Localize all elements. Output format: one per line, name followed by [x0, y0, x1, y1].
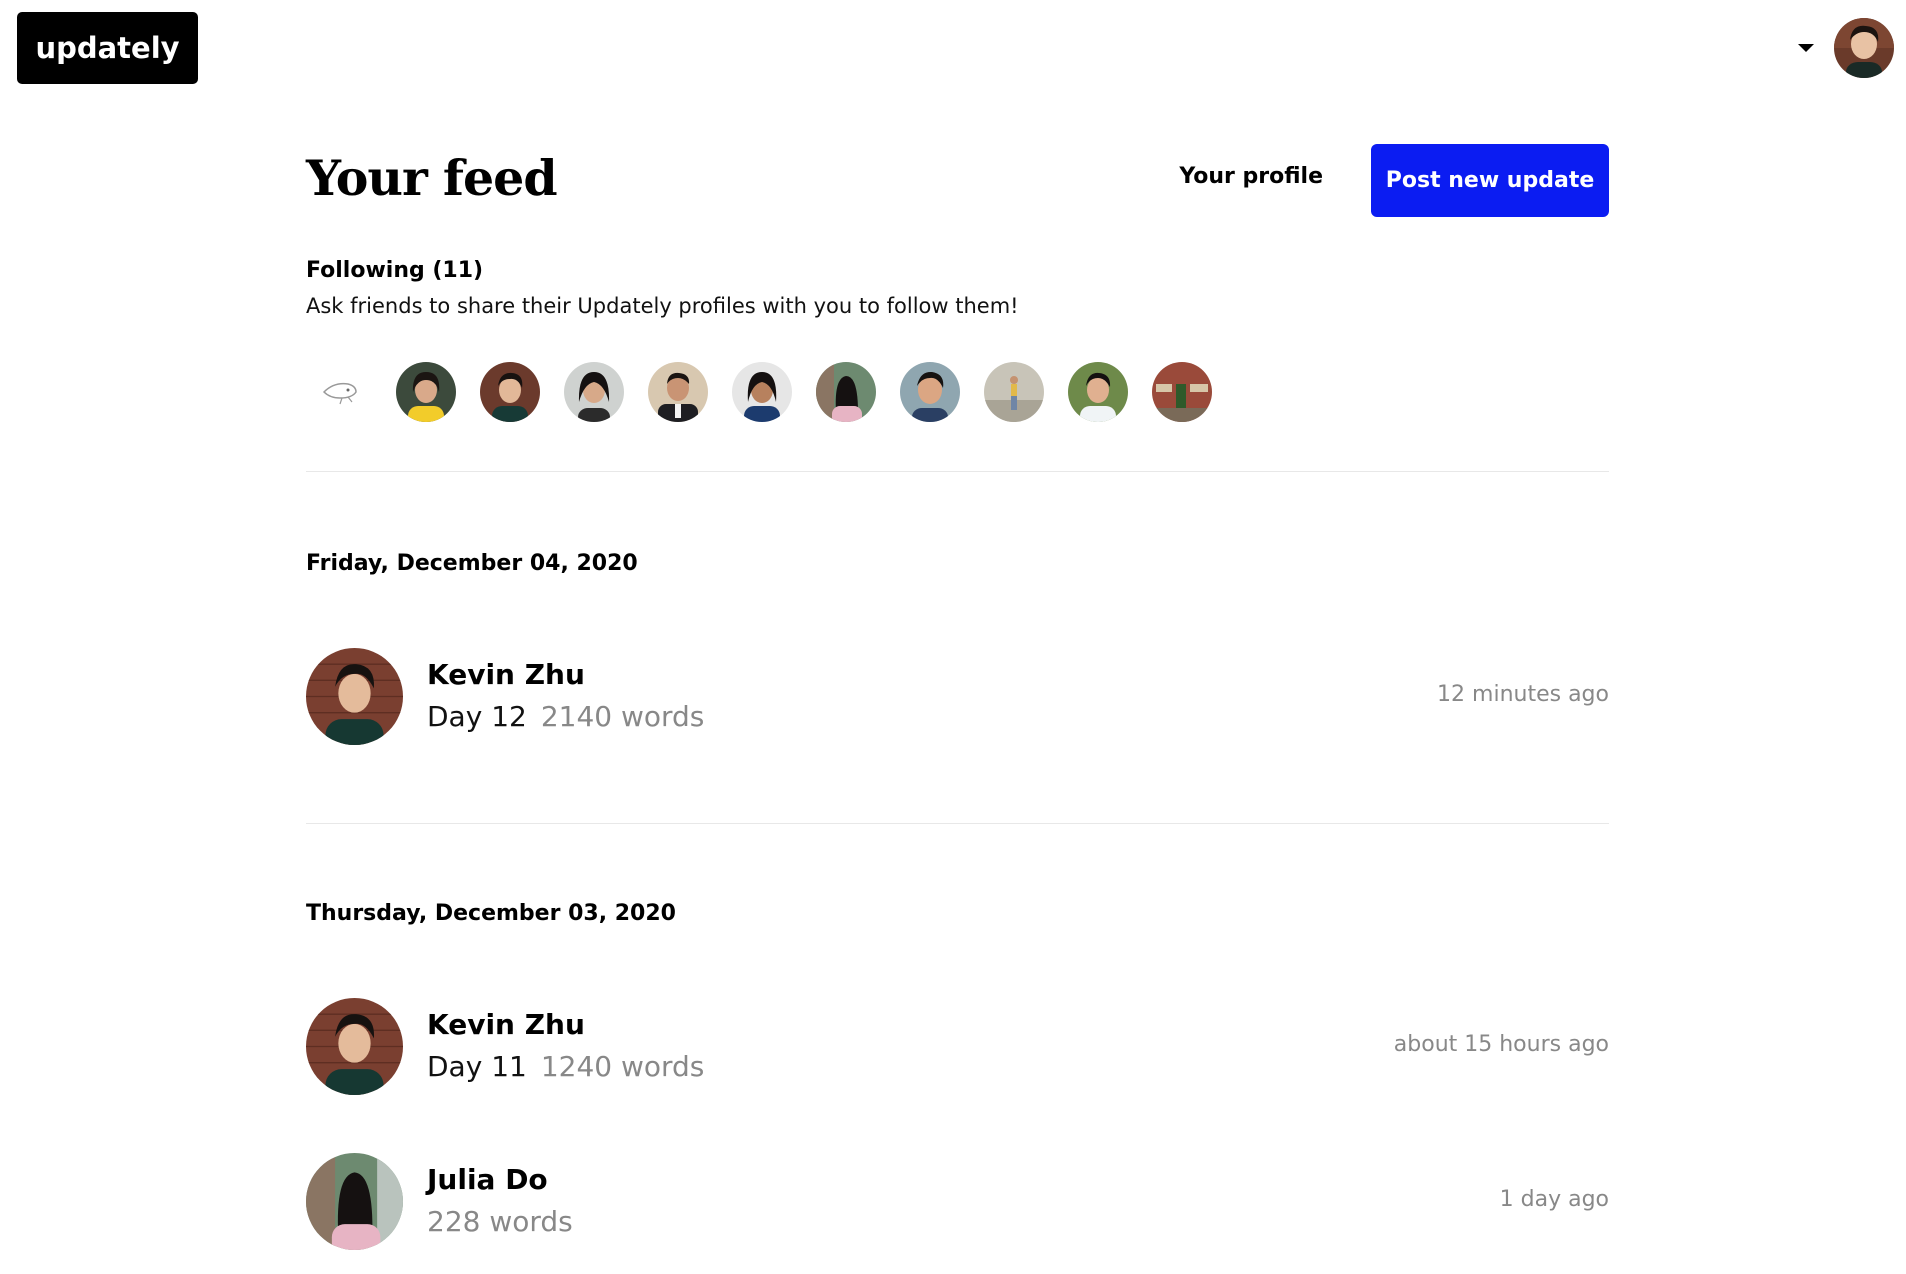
caret-down-icon[interactable]	[1798, 44, 1814, 52]
author-name: Kevin Zhu	[427, 1008, 585, 1041]
author-avatar	[306, 1153, 403, 1250]
following-avatar[interactable]	[900, 362, 960, 422]
page-title: Your feed	[306, 149, 558, 207]
update-item[interactable]: Julia Do 228 words 1 day ago	[306, 1153, 1609, 1251]
divider	[306, 823, 1609, 824]
your-profile-link[interactable]: Your profile	[1179, 164, 1323, 189]
post-new-update-button[interactable]: Post new update	[1371, 144, 1609, 217]
following-avatar[interactable]	[480, 362, 540, 422]
following-avatar[interactable]	[564, 362, 624, 422]
update-item[interactable]: Kevin Zhu Day 11 1240 words about 15 hour…	[306, 998, 1609, 1096]
account-menu[interactable]	[1798, 18, 1894, 78]
following-avatar[interactable]	[816, 362, 876, 422]
author-name: Kevin Zhu	[427, 658, 585, 691]
following-avatar[interactable]	[648, 362, 708, 422]
following-avatar[interactable]	[1152, 362, 1212, 422]
feed-header: Your feed Your profile Post new update	[306, 144, 1609, 218]
date-heading: Friday, December 04, 2020	[306, 551, 638, 576]
update-meta: 228 words	[427, 1205, 573, 1238]
following-avatar[interactable]	[732, 362, 792, 422]
following-avatar[interactable]	[984, 362, 1044, 422]
word-count: 1240 words	[540, 1050, 705, 1083]
following-count: Following (11)	[306, 258, 484, 283]
update-timestamp: about 15 hours ago	[1393, 1032, 1609, 1057]
user-avatar[interactable]	[1834, 18, 1894, 78]
word-count: 2140 words	[540, 700, 705, 733]
updately-logo[interactable]: updately	[17, 12, 198, 84]
update-title: Day 12	[427, 700, 527, 733]
following-avatar[interactable]	[312, 362, 372, 422]
update-item[interactable]: Kevin Zhu Day 12 2140 words 12 minutes ag…	[306, 648, 1609, 746]
author-name: Julia Do	[427, 1163, 548, 1196]
author-avatar	[306, 998, 403, 1095]
date-heading: Thursday, December 03, 2020	[306, 901, 676, 926]
following-avatars	[312, 362, 1212, 422]
author-avatar	[306, 648, 403, 745]
following-avatar[interactable]	[396, 362, 456, 422]
update-meta: Day 11 1240 words	[427, 1050, 704, 1083]
update-title: Day 11	[427, 1050, 527, 1083]
update-timestamp: 1 day ago	[1499, 1187, 1609, 1212]
update-meta: Day 12 2140 words	[427, 700, 704, 733]
following-hint: Ask friends to share their Updately prof…	[306, 294, 1019, 318]
update-timestamp: 12 minutes ago	[1437, 682, 1609, 707]
divider	[306, 471, 1609, 472]
following-avatar[interactable]	[1068, 362, 1128, 422]
word-count: 228 words	[427, 1205, 573, 1238]
